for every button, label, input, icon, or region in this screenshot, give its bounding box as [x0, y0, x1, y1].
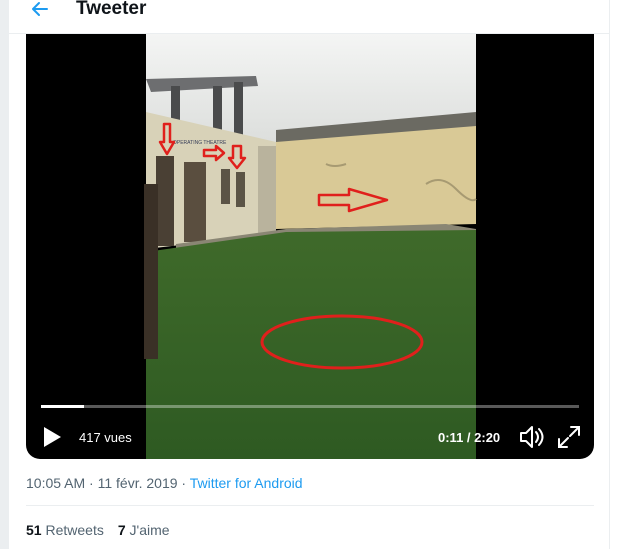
- fullscreen-icon: [558, 426, 580, 448]
- building-sign: OPERATING THEATRE: [173, 140, 227, 146]
- video-frame: OPERATING THEATRE: [144, 34, 477, 459]
- fullscreen-button[interactable]: [556, 424, 582, 450]
- column-border: [609, 0, 610, 549]
- back-button[interactable]: [25, 0, 55, 24]
- view-count: 417 vues: [79, 430, 132, 445]
- window: [236, 172, 245, 207]
- play-icon: [44, 427, 61, 447]
- play-button[interactable]: [40, 424, 64, 450]
- person-silhouette: [144, 184, 158, 359]
- likes-count: 7: [117, 522, 126, 538]
- window: [221, 169, 230, 204]
- video-progress-fill: [41, 405, 84, 408]
- volume-button[interactable]: [518, 424, 546, 450]
- volume-icon: [520, 426, 544, 448]
- page-title: Tweeter: [76, 0, 147, 19]
- video-timestamp: 0:11 / 2:20: [438, 430, 501, 445]
- retweets-count: 51: [26, 522, 42, 538]
- video-progress-bar[interactable]: [41, 405, 579, 408]
- likes-label: J'aime: [129, 522, 170, 538]
- page-header: Tweeter: [9, 0, 609, 32]
- stats-divider: [26, 505, 594, 506]
- meta-separator: ·: [177, 475, 190, 491]
- tweet-date[interactable]: 11 févr. 2019: [98, 475, 178, 491]
- tweet-stats: 51 Retweets 7 J'aime: [26, 522, 170, 538]
- building-left-side: [258, 146, 276, 239]
- door: [156, 156, 174, 246]
- tweet-time[interactable]: 10:05 AM: [26, 475, 85, 491]
- retweets-stat[interactable]: 51 Retweets: [26, 522, 104, 538]
- arrow-left-icon: [32, 2, 48, 16]
- tweet-metadata: 10:05 AM · 11 févr. 2019 · Twitter for A…: [26, 475, 303, 491]
- likes-stat[interactable]: 7 J'aime: [118, 522, 170, 538]
- left-scrollbar-rail: [0, 0, 9, 549]
- video-player[interactable]: OPERATING THEATRE 417 vues 0:11 / 2:20: [26, 34, 594, 459]
- retweets-label: Retweets: [45, 522, 104, 538]
- meta-separator: ·: [85, 475, 98, 491]
- door: [184, 162, 206, 242]
- tweet-source-link[interactable]: Twitter for Android: [190, 475, 303, 491]
- grass: [146, 230, 476, 459]
